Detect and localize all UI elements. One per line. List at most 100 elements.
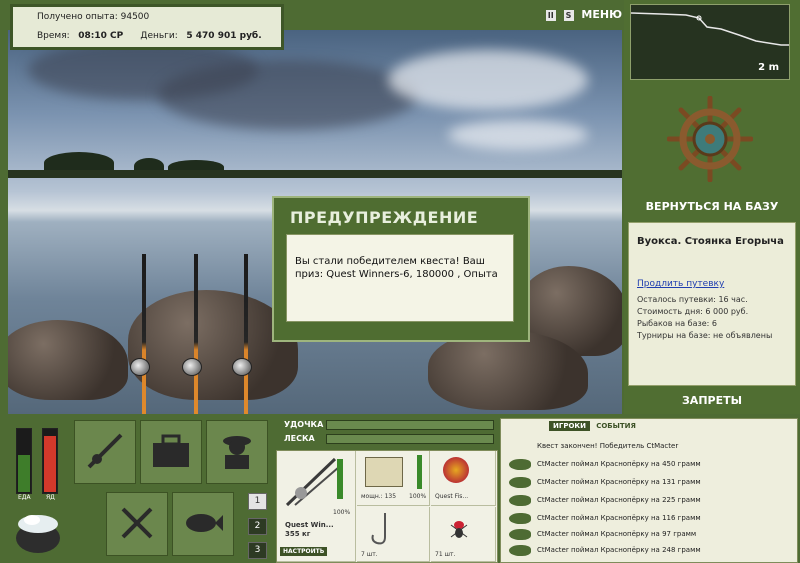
tackle-box-icon (153, 434, 189, 467)
reel-icon (232, 358, 252, 376)
fish-icon (509, 477, 531, 488)
health-meter-fill (44, 436, 56, 492)
rod-name: Quest Win... (285, 521, 334, 529)
status-panel: Получено опыта: 94500 Время: 08:10 СР Де… (10, 4, 284, 50)
hook-slot[interactable]: 7 шт. (357, 507, 430, 562)
gear-panel: 100% Quest Win... 355 кг НАСТРОИТЬ мощн.… (276, 450, 498, 563)
time-value: 08:10 СР (78, 31, 124, 41)
top-controls: II S МЕНЮ (545, 8, 622, 21)
event-row: CtMacter поймал Краснопёрку на 225 грамм (509, 493, 789, 509)
reel-icon (182, 358, 202, 376)
rod-slot[interactable]: 100% Quest Win... 355 кг НАСТРОИТЬ (277, 451, 356, 562)
fork-knife-icon (121, 507, 153, 539)
location-title: Вуокса. Стоянка Егорыча (637, 236, 784, 247)
rod-weight: 355 кг (285, 530, 311, 538)
warning-dialog[interactable]: ПРЕДУПРЕЖДЕНИЕ Вы стали победителем квес… (272, 196, 530, 342)
dialog-message: Вы стали победителем квеста! Ваш приз: Q… (295, 256, 498, 280)
exp-label: Получено опыта: (37, 12, 118, 22)
depth-value: 2 m (758, 62, 779, 73)
events-panel: ИГРОКИ СОБЫТИЯ Квест закончен! Победител… (500, 418, 798, 563)
cloud (158, 60, 418, 130)
fish-icon (509, 545, 531, 556)
time-label: Время: (37, 31, 70, 41)
event-row: CtMacter поймал Краснопёрку на 131 грамм (509, 475, 789, 491)
hook-count: 7 шт. (361, 551, 378, 558)
fish-cage-tile[interactable] (172, 492, 234, 556)
info-line: Осталось путевки: 16 час. (637, 295, 748, 304)
bans-button[interactable]: ЗАПРЕТЫ (624, 394, 800, 407)
reel-slot[interactable]: мощн.: 135 100% (357, 451, 430, 506)
health-meter (42, 428, 58, 494)
menu-button[interactable]: МЕНЮ (581, 8, 622, 21)
food-meter-fill (18, 454, 30, 492)
character-tile[interactable] (206, 420, 268, 484)
food-pot-icon[interactable] (12, 508, 64, 554)
fisherman-icon (223, 436, 251, 469)
pause-button[interactable]: II (545, 9, 556, 21)
food-meter (16, 428, 32, 494)
fishing-rod[interactable] (244, 254, 248, 414)
rod-tension-bar (326, 420, 494, 430)
fish-icon (186, 514, 223, 532)
event-row: CtMacter поймал Краснопёрку на 450 грамм (509, 457, 789, 473)
slot-1-button[interactable]: 1 (248, 493, 267, 510)
cooking-tile[interactable] (106, 492, 168, 556)
fishing-rod[interactable] (142, 254, 146, 414)
sound-button[interactable]: S (563, 9, 574, 21)
hook-icon (371, 513, 386, 545)
slot-2-button[interactable]: 2 (248, 518, 267, 535)
tab-events[interactable]: СОБЫТИЯ (592, 421, 640, 431)
money-value: 5 470 901 руб. (186, 31, 262, 41)
depth-map: 2 m (630, 4, 790, 80)
rod-icon (87, 433, 123, 469)
ship-wheel-icon[interactable] (666, 95, 754, 183)
setup-button[interactable]: НАСТРОИТЬ (280, 547, 328, 556)
tab-players[interactable]: ИГРОКИ (549, 421, 590, 431)
bait-count: 71 шт. (435, 551, 456, 558)
fish-icon (509, 495, 531, 506)
tackle-box-tile[interactable] (140, 420, 202, 484)
rod-durability-bar (337, 459, 343, 499)
extend-permit-link[interactable]: Продлить путевку (637, 279, 724, 289)
money-label: Деньги: (140, 31, 178, 41)
health-label: ЯД (46, 494, 55, 501)
reel-durability-bar (417, 455, 422, 489)
bait-icon (450, 521, 468, 538)
line-tension-label: ЛЕСКА (284, 434, 315, 443)
cloud (388, 50, 588, 110)
fishing-rod[interactable] (194, 254, 198, 414)
event-row: CtMacter поймал Краснопёрку на 97 грамм (509, 527, 789, 543)
info-line: Турниры на базе: не объявлены (637, 331, 773, 340)
rod-tension-label: УДОЧКА (284, 420, 324, 429)
exp-value: 94500 (120, 12, 150, 22)
reel-percent: 100% (409, 493, 427, 500)
food-label: ЕДА (18, 494, 31, 501)
fish-icon (509, 513, 531, 524)
dialog-body: Вы стали победителем квеста! Ваш приз: Q… (286, 234, 514, 322)
rod-percent: 100% (333, 509, 351, 516)
event-row: CtMacter поймал Краснопёрку на 248 грамм (509, 543, 789, 559)
event-row: CtMacter поймал Краснопёрку на 116 грамм (509, 511, 789, 527)
fish-icon (509, 529, 531, 540)
reel-icon (365, 457, 403, 487)
info-line: Стоимость дня: 6 000 руб. (637, 307, 749, 316)
reel-power: мощн.: 135 (361, 493, 397, 500)
cloud (448, 120, 588, 150)
event-row: Квест закончен! Победитель CtMacter (537, 442, 679, 450)
lure-name: Quest Fis... (435, 493, 469, 500)
rods-tile[interactable] (74, 420, 136, 484)
events-tabs: ИГРОКИ СОБЫТИЯ (549, 421, 640, 431)
base-info: Вуокса. Стоянка Егорыча Продлить путевку… (628, 222, 796, 386)
line-tension-bar (326, 434, 494, 444)
far-shore (8, 170, 622, 178)
lure-slot[interactable]: Quest Fis... (431, 451, 496, 506)
slot-3-button[interactable]: 3 (248, 542, 267, 559)
return-to-base-button[interactable]: ВЕРНУТЬСЯ НА БАЗУ (624, 200, 800, 213)
rock (8, 320, 128, 400)
reel-icon (130, 358, 150, 376)
dialog-title: ПРЕДУПРЕЖДЕНИЕ (290, 208, 479, 227)
fish-icon (509, 459, 531, 470)
rod-icon (285, 457, 340, 507)
bait-slot[interactable]: 71 шт. (431, 507, 496, 562)
lure-icon (443, 457, 469, 483)
